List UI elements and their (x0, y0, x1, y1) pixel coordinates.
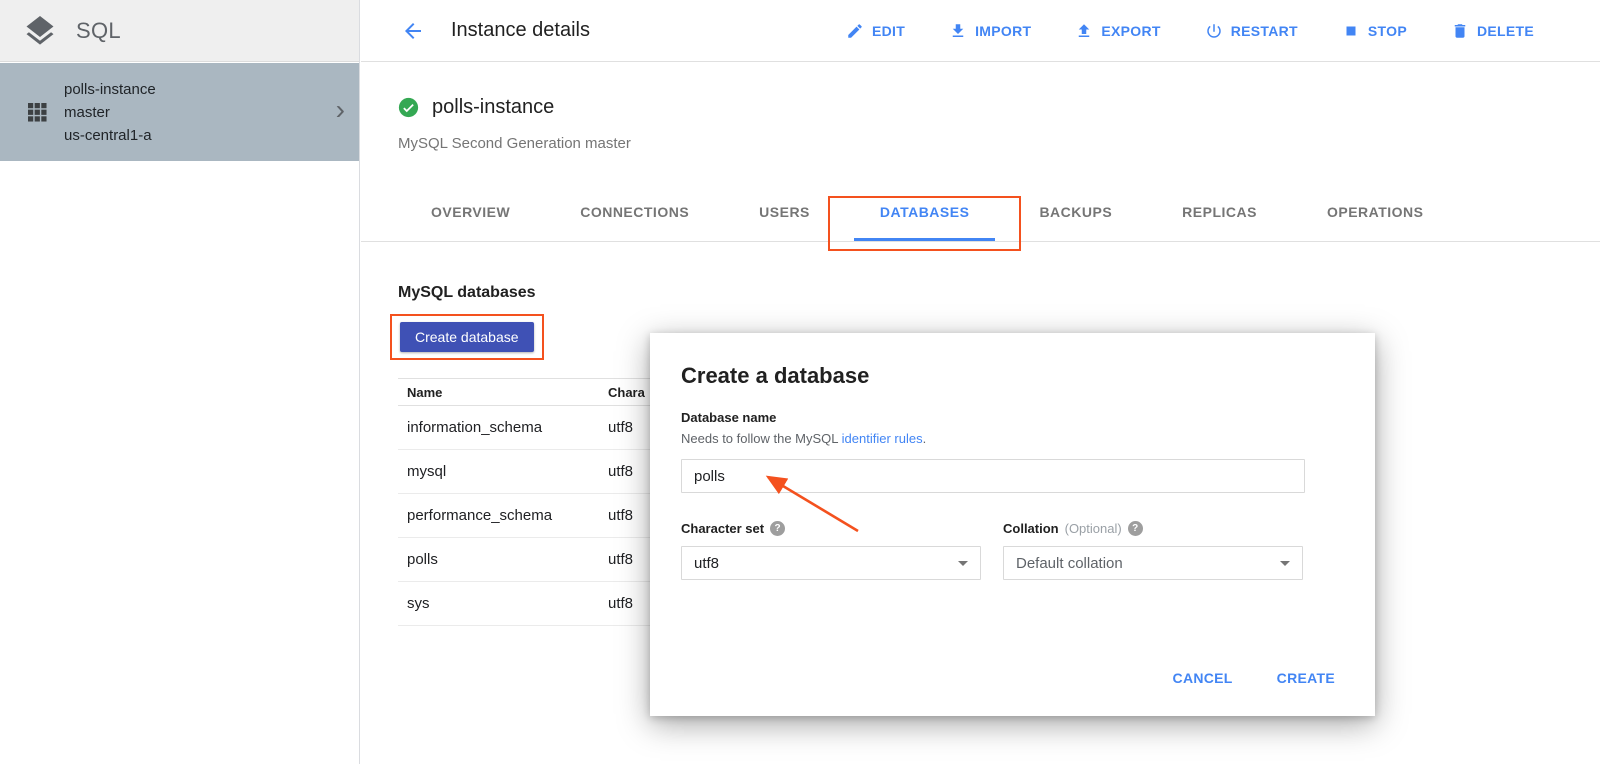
collation-dropdown[interactable]: Default collation (1003, 546, 1303, 580)
export-button[interactable]: EXPORT (1075, 22, 1160, 40)
tab-overview-label: OVERVIEW (431, 204, 510, 220)
identifier-rules-link[interactable]: identifier rules (842, 431, 923, 446)
sidebar-item-instance[interactable]: polls-instance master us-central1-a › (0, 63, 359, 161)
instance-zone: us-central1-a (64, 124, 156, 147)
database-name-help: Needs to follow the MySQL identifier rul… (681, 431, 926, 446)
collation-label: Collation (1003, 521, 1059, 536)
help-icon[interactable]: ? (1128, 521, 1143, 536)
character-set-label-row: Character set ? (681, 521, 785, 536)
check-circle-icon (398, 97, 419, 118)
help-icon[interactable]: ? (770, 521, 785, 536)
modal-title: Create a database (681, 363, 869, 389)
back-arrow-icon[interactable] (401, 19, 425, 43)
stop-button[interactable]: STOP (1342, 22, 1407, 40)
tab-databases[interactable]: DATABASES (854, 186, 996, 241)
stop-label: STOP (1368, 23, 1407, 39)
export-label: EXPORT (1101, 23, 1160, 39)
tab-operations[interactable]: OPERATIONS (1301, 186, 1450, 241)
section-title: MySQL databases (398, 284, 536, 302)
tab-connections-label: CONNECTIONS (580, 204, 689, 220)
export-icon (1075, 22, 1093, 40)
tab-backups[interactable]: BACKUPS (1013, 186, 1138, 241)
delete-button[interactable]: DELETE (1451, 22, 1534, 40)
restart-label: RESTART (1231, 23, 1298, 39)
instance-title: polls-instance (432, 96, 554, 119)
chevron-down-icon (1280, 561, 1290, 566)
db-name-cell: mysql (407, 463, 608, 480)
delete-icon (1451, 22, 1469, 40)
tab-databases-label: DATABASES (880, 204, 970, 220)
character-set-value: utf8 (694, 555, 719, 572)
sidebar: SQL polls-instance master us-central1-a … (0, 0, 360, 764)
instance-subtitle: MySQL Second Generation master (398, 135, 631, 152)
annotation-box-create-button: Create database (390, 314, 544, 360)
delete-label: DELETE (1477, 23, 1534, 39)
import-label: IMPORT (975, 23, 1031, 39)
edit-button[interactable]: EDIT (846, 22, 905, 40)
import-button[interactable]: IMPORT (949, 22, 1031, 40)
cloud-sql-logo-icon (22, 13, 58, 49)
tab-users-label: USERS (759, 204, 810, 220)
character-set-label: Character set (681, 521, 764, 536)
tab-replicas[interactable]: REPLICAS (1156, 186, 1283, 241)
tab-replicas-label: REPLICAS (1182, 204, 1257, 220)
database-name-input[interactable] (681, 459, 1305, 493)
create-button[interactable]: CREATE (1277, 670, 1335, 686)
page-title: Instance details (451, 19, 590, 42)
database-name-label: Database name (681, 410, 776, 425)
help-text-suffix: . (923, 431, 927, 446)
import-icon (949, 22, 967, 40)
db-name-cell: information_schema (407, 419, 608, 436)
cancel-button[interactable]: CANCEL (1173, 670, 1233, 686)
instance-header: polls-instance (398, 96, 554, 119)
collation-value: Default collation (1016, 555, 1123, 572)
chevron-down-icon (958, 561, 968, 566)
table-grid-icon (28, 103, 47, 122)
instance-name: polls-instance (64, 78, 156, 101)
topbar: Instance details EDIT IMPORT EXPORT REST… (361, 0, 1600, 62)
stop-icon (1342, 22, 1360, 40)
db-name-cell: performance_schema (407, 507, 608, 524)
db-name-cell: polls (407, 551, 608, 568)
edit-label: EDIT (872, 23, 905, 39)
collation-label-row: Collation (Optional) ? (1003, 521, 1143, 536)
tab-operations-label: OPERATIONS (1327, 204, 1424, 220)
pencil-icon (846, 22, 864, 40)
column-header-name: Name (407, 385, 608, 400)
tab-connections[interactable]: CONNECTIONS (554, 186, 715, 241)
character-set-dropdown[interactable]: utf8 (681, 546, 981, 580)
tab-backups-label: BACKUPS (1039, 204, 1112, 220)
chevron-right-icon: › (336, 96, 345, 124)
create-database-button[interactable]: Create database (400, 322, 534, 352)
restart-button[interactable]: RESTART (1205, 22, 1298, 40)
tab-users[interactable]: USERS (733, 186, 836, 241)
page: SQL polls-instance master us-central1-a … (0, 0, 1600, 764)
db-name-cell: sys (407, 595, 608, 612)
restart-icon (1205, 22, 1223, 40)
tab-bar: OVERVIEW CONNECTIONS USERS DATABASES BAC… (361, 186, 1600, 242)
instance-role: master (64, 101, 156, 124)
modal-actions: CANCEL CREATE (1173, 670, 1335, 686)
tab-overview[interactable]: OVERVIEW (405, 186, 536, 241)
sidebar-instance-text: polls-instance master us-central1-a (64, 78, 156, 147)
create-database-modal: Create a database Database name Needs to… (650, 333, 1375, 716)
app-title: SQL (76, 18, 121, 44)
sidebar-header: SQL (0, 0, 359, 62)
help-text: Needs to follow the MySQL (681, 431, 842, 446)
collation-optional-label: (Optional) (1065, 521, 1122, 536)
topbar-actions: EDIT IMPORT EXPORT RESTART STOP (846, 22, 1534, 40)
